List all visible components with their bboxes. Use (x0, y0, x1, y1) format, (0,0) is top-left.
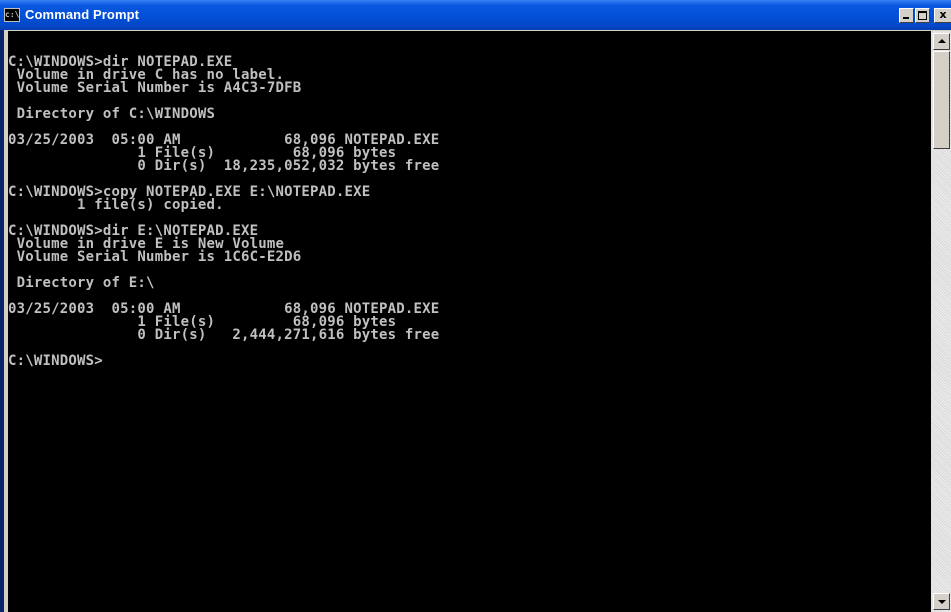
console-line: 1 file(s) copied. (8, 197, 224, 213)
vertical-scrollbar[interactable] (931, 31, 951, 612)
console-icon[interactable]: c:\ (4, 8, 20, 22)
title-bar[interactable]: c:\ Command Prompt x (0, 0, 951, 30)
scroll-down-button[interactable] (933, 593, 950, 610)
maximize-button[interactable] (915, 8, 930, 23)
close-button[interactable]: x (934, 8, 951, 23)
console-line: 0 Dir(s) 18,235,052,032 bytes free (8, 158, 440, 174)
console-line: 0 Dir(s) 2,444,271,616 bytes free (8, 327, 440, 343)
scroll-up-button[interactable] (933, 33, 950, 50)
command-prompt-window: c:\ Command Prompt x C:\WINDOWS>dir NOTE… (0, 0, 951, 612)
console-line: Volume Serial Number is 1C6C-E2D6 (8, 249, 302, 265)
close-icon: x (939, 8, 947, 21)
window-title: Command Prompt (25, 7, 140, 22)
scrollbar-thumb[interactable] (933, 51, 950, 149)
console-output[interactable]: C:\WINDOWS>dir NOTEPAD.EXE Volume in dri… (8, 31, 931, 612)
console-line: Volume Serial Number is A4C3-7DFB (8, 80, 302, 96)
console-lines: C:\WINDOWS>dir NOTEPAD.EXE Volume in dri… (8, 55, 440, 368)
console-line: Directory of E:\ (8, 275, 155, 291)
command-prompt-line[interactable]: C:\WINDOWS> (8, 354, 439, 368)
minimize-button[interactable] (899, 8, 914, 23)
console-line: Directory of C:\WINDOWS (8, 106, 216, 122)
